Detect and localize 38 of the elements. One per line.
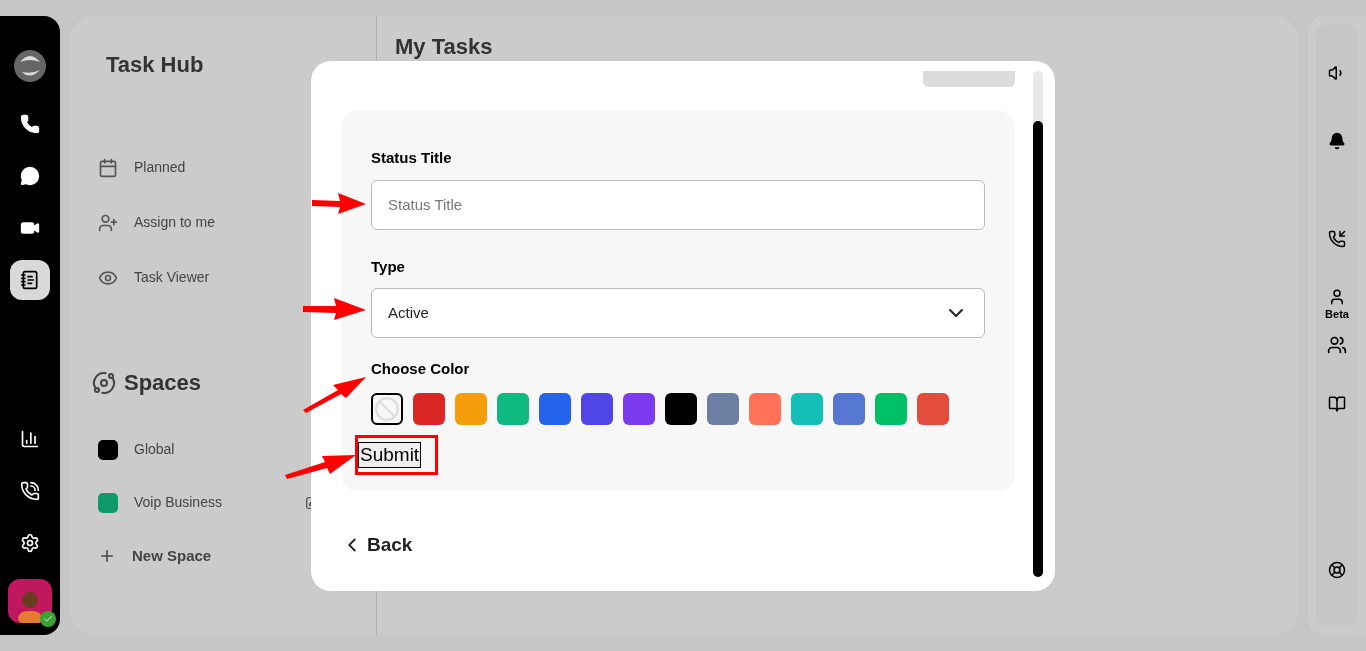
field-label: Choose Color bbox=[371, 359, 471, 379]
section-title: Spaces bbox=[124, 369, 202, 397]
book-icon[interactable] bbox=[1328, 394, 1346, 413]
submit-button[interactable]: Submit bbox=[358, 441, 422, 468]
field-label: Status Title bbox=[371, 148, 453, 168]
color-swatch[interactable] bbox=[749, 392, 781, 425]
annotation-arrow bbox=[303, 377, 366, 413]
color-swatch[interactable] bbox=[791, 392, 823, 425]
no-color-swatch[interactable] bbox=[371, 392, 403, 425]
annotation-arrow bbox=[303, 298, 366, 320]
select-field[interactable]: Active bbox=[371, 288, 985, 338]
color-swatch[interactable] bbox=[581, 392, 613, 425]
beta-label: Beta bbox=[1325, 307, 1349, 322]
user-icon[interactable] bbox=[1328, 288, 1346, 306]
space-item[interactable]: Global bbox=[134, 439, 289, 460]
annotation-arrow bbox=[312, 193, 366, 214]
bell-icon[interactable] bbox=[1328, 132, 1346, 150]
color-swatch[interactable] bbox=[917, 392, 949, 425]
page-title: My Tasks bbox=[395, 36, 494, 58]
color-swatch[interactable] bbox=[623, 392, 655, 425]
calendar-icon bbox=[98, 157, 118, 178]
color-swatch[interactable] bbox=[707, 392, 739, 425]
avatar[interactable] bbox=[8, 579, 52, 623]
text-field[interactable]: Status Title bbox=[371, 179, 985, 230]
space-item[interactable]: Voip Business bbox=[134, 492, 289, 513]
users-icon[interactable] bbox=[1327, 334, 1347, 355]
color-swatch[interactable] bbox=[497, 392, 529, 425]
color-swatch[interactable] bbox=[833, 392, 865, 425]
color-swatch[interactable] bbox=[413, 392, 445, 425]
logo-icon bbox=[12, 48, 48, 84]
color-swatch[interactable] bbox=[875, 392, 907, 425]
color-swatch[interactable] bbox=[455, 392, 487, 425]
panel-title: Task Hub bbox=[106, 51, 205, 79]
field-label: Type bbox=[371, 256, 406, 277]
color-swatch[interactable] bbox=[665, 392, 697, 425]
notepad-icon[interactable] bbox=[10, 260, 50, 300]
lifebuoy-icon[interactable] bbox=[1328, 561, 1346, 579]
color-swatch[interactable] bbox=[539, 392, 571, 425]
